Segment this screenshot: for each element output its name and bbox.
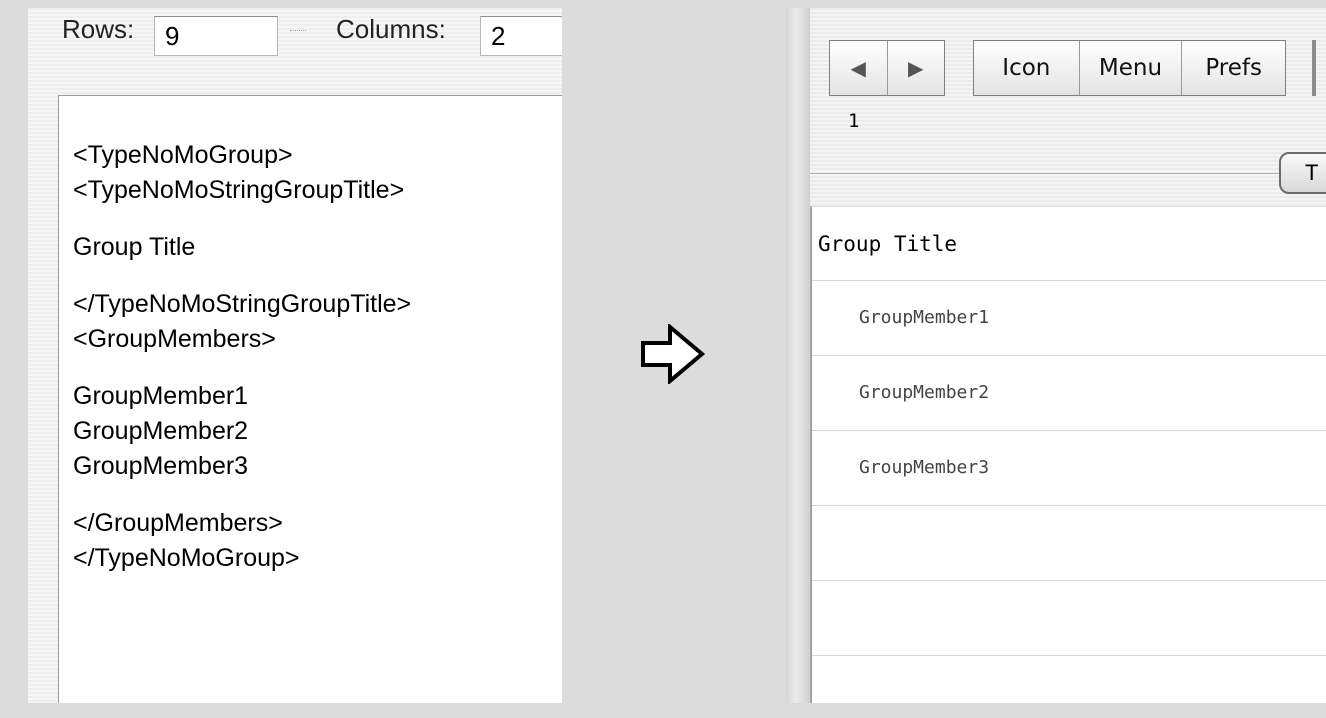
separator xyxy=(290,30,306,33)
code-line: </GroupMembers> xyxy=(73,509,283,537)
menu-button[interactable]: Menu xyxy=(1078,41,1182,95)
rendered-preview-panel: ◀ ▶ Icon Menu Prefs 1 T Group Title Grou… xyxy=(786,8,1326,703)
group-title-row[interactable]: Group Title xyxy=(812,207,1326,281)
code-line: <TypeNoMoStringGroupTitle> xyxy=(73,176,405,204)
back-arrow-icon: ◀ xyxy=(850,57,866,80)
code-line: GroupMember2 xyxy=(73,417,249,445)
group-member-row[interactable]: GroupMember3 xyxy=(812,431,1326,506)
group-member-row[interactable]: GroupMember1 xyxy=(812,281,1326,356)
group-member-row[interactable] xyxy=(812,506,1326,581)
rows-field[interactable]: 9 xyxy=(154,16,278,56)
code-line: GroupMember3 xyxy=(73,452,249,480)
code-line: </TypeNoMoGroup> xyxy=(73,544,300,572)
columns-label: Columns: xyxy=(336,14,446,44)
group-member-row[interactable] xyxy=(812,581,1326,656)
tab-button[interactable]: T xyxy=(1279,152,1326,194)
icon-button[interactable]: Icon xyxy=(974,41,1079,95)
code-line: <GroupMembers> xyxy=(73,325,276,353)
view-button-group: Icon Menu Prefs xyxy=(973,40,1286,96)
group-member-row[interactable] xyxy=(812,656,1326,703)
columns-field[interactable]: 2 xyxy=(480,16,562,56)
grid-size-fields: Rows: 9 Columns: 2 xyxy=(28,8,562,56)
prefs-button[interactable]: Prefs xyxy=(1181,41,1285,95)
right-arrow-icon xyxy=(641,324,706,384)
forward-button[interactable]: ▶ xyxy=(886,41,945,95)
code-line: </TypeNoMoStringGroupTitle> xyxy=(73,290,412,318)
code-line: Group Title xyxy=(73,233,196,261)
source-editor-panel: Rows: 9 Columns: 2 <TypeNoMoGroup> <TypeN… xyxy=(28,8,562,703)
tab-strip: T xyxy=(810,152,1326,208)
window-side-bar xyxy=(786,8,811,703)
toolbar-edge xyxy=(1312,40,1316,96)
back-button[interactable]: ◀ xyxy=(830,41,887,95)
rows-label: Rows: xyxy=(62,14,135,44)
code-line: GroupMember1 xyxy=(73,382,249,410)
forward-arrow-icon: ▶ xyxy=(908,57,924,80)
code-line: <TypeNoMoGroup> xyxy=(73,141,293,169)
group-member-row[interactable]: GroupMember2 xyxy=(812,356,1326,431)
markup-textarea[interactable]: <TypeNoMoGroup> <TypeNoMoStringGroupTitle… xyxy=(58,95,562,703)
page-number: 1 xyxy=(848,110,860,132)
toolbar: ◀ ▶ Icon Menu Prefs 1 T xyxy=(810,8,1326,206)
group-list: Group Title GroupMember1 GroupMember2 Grou… xyxy=(811,207,1326,703)
nav-button-group: ◀ ▶ xyxy=(829,40,945,96)
